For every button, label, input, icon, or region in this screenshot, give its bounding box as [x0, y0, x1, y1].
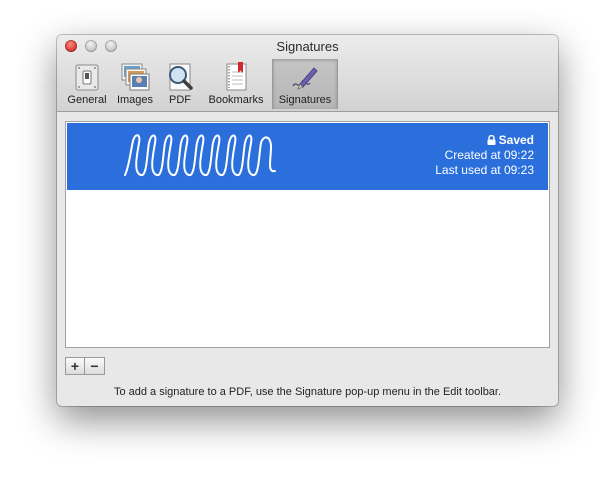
signature-image	[124, 134, 276, 176]
remove-signature-button[interactable]: −	[85, 357, 105, 375]
tab-general[interactable]: General	[63, 59, 111, 109]
tab-label-images: Images	[116, 94, 154, 106]
tab-label-general: General	[67, 94, 107, 106]
bookmark-icon	[226, 62, 247, 91]
switch-icon	[75, 64, 99, 91]
lock-icon	[487, 134, 496, 145]
tab-label-pdf: PDF	[169, 94, 191, 106]
last-used-time: Last used at 09:23	[435, 163, 534, 177]
tab-images[interactable]: Images	[113, 59, 157, 109]
signature-meta: Saved Created at 09:22 Last used at 09:2…	[435, 133, 534, 178]
tab-label-bookmarks: Bookmarks	[208, 94, 264, 106]
pen-icon	[292, 67, 318, 90]
add-signature-button[interactable]: +	[65, 357, 85, 375]
help-text: To add a signature to a PDF, use the Sig…	[113, 386, 502, 398]
signatures-preferences-window: Signatures General Images PDF Bookmarks …	[57, 35, 558, 406]
tab-bookmarks[interactable]: Bookmarks	[204, 59, 268, 109]
magnifier-icon	[169, 63, 193, 91]
list-buttons: + −	[65, 357, 105, 375]
created-time: Created at 09:22	[444, 148, 534, 162]
tab-pdf[interactable]: PDF	[161, 59, 199, 109]
signatures-list[interactable]: Saved Created at 09:22 Last used at 09:2…	[65, 121, 550, 348]
signature-row[interactable]: Saved Created at 09:22 Last used at 09:2…	[67, 123, 548, 190]
saved-label: Saved	[498, 133, 534, 147]
tab-signatures[interactable]: Signatures	[272, 59, 338, 109]
window-title: Signatures	[276, 39, 339, 54]
tab-label-signatures: Signatures	[278, 94, 332, 106]
saved-status: Saved	[435, 133, 534, 148]
photos-icon	[121, 63, 150, 91]
titlebar-toolbar: Signatures General Images PDF Bookmarks …	[57, 35, 558, 112]
